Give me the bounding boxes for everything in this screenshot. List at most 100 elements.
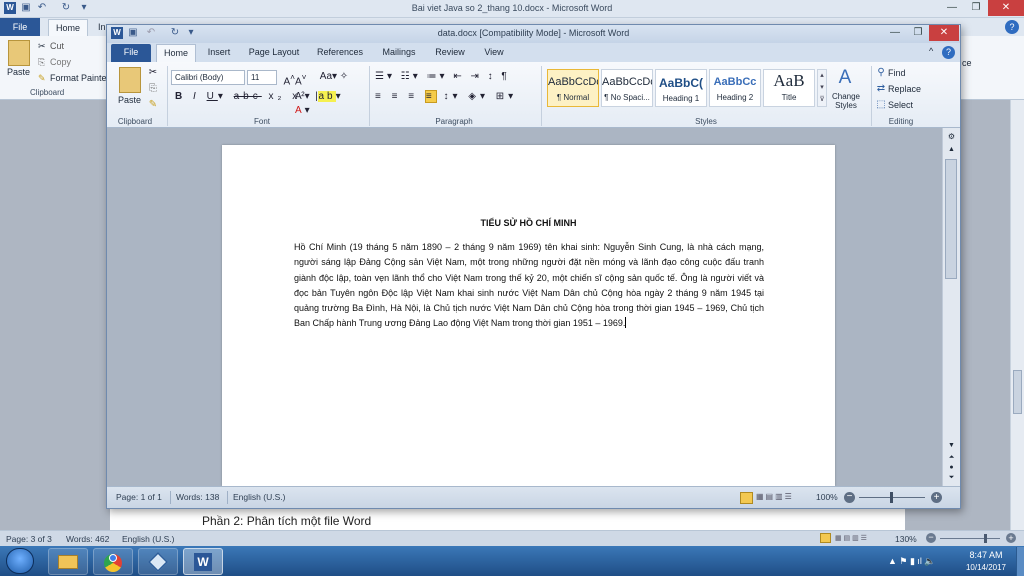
inner-word-window: W ▣ ↶ ↻ ▾ data.docx [Compatibility Mode]… (106, 24, 961, 509)
clock-time[interactable]: 8:47 AM (962, 550, 1010, 560)
outer-zoom-in-icon[interactable]: + (1006, 533, 1016, 543)
outer-paste-button[interactable]: Paste (7, 67, 30, 77)
tab-review[interactable]: Review (430, 44, 470, 62)
select-browse-object-icon[interactable]: ● (946, 464, 957, 474)
inner-minimize-button[interactable]: — (883, 25, 907, 41)
tray-icons[interactable]: ▲ ⚑ ▮ ıl 🔈 (888, 556, 948, 568)
replace-button[interactable]: Replace (888, 84, 921, 94)
replace-icon[interactable]: ⇄ (875, 82, 887, 96)
list-indent-icons[interactable]: ☰▾ ☷▾ ≔▾ ⇤ ⇥ ↕ ¶ (375, 70, 539, 84)
clock-date[interactable]: 10/14/2017 (962, 563, 1010, 572)
tab-home[interactable]: Home (156, 44, 196, 62)
taskbar-virtualbox-icon[interactable] (138, 548, 178, 575)
outer-tab-partial[interactable]: In (98, 22, 106, 32)
outer-view-icons[interactable]: ▦ ▤ ▥ ☰ (835, 534, 885, 543)
outer-help-icon[interactable]: ? (1005, 20, 1019, 34)
alignment-icons[interactable]: ≡ ≡ ≡ ≡ ↕▾ ◈▾ ⊞▾ (375, 90, 539, 104)
highlight-font-color-icons[interactable]: A▾ ab▾ A▾ (295, 90, 365, 118)
zoom-level[interactable]: 100% (816, 492, 838, 502)
scroll-down-icon[interactable]: ▼ (946, 442, 957, 452)
outer-editing-partial: ce (962, 58, 972, 68)
outer-zoom-out-icon[interactable]: − (926, 533, 936, 543)
tab-mailings[interactable]: Mailings (375, 44, 423, 62)
outer-word-count[interactable]: Words: 462 (66, 534, 109, 544)
change-case-icon[interactable]: Aa▾ ✧ (317, 70, 351, 84)
style-title[interactable]: AaB Title (763, 69, 815, 107)
separator (227, 491, 228, 504)
style-heading-1[interactable]: AaBbC( Heading 1 (655, 69, 707, 107)
document-page[interactable]: TIỂU SỬ HỒ CHÍ MINH Hồ Chí Minh (19 thán… (222, 145, 835, 486)
paste-icon[interactable] (119, 67, 141, 93)
outer-clipboard-label: Clipboard (30, 88, 65, 97)
inner-help-icon[interactable]: ? (942, 46, 955, 59)
word-count[interactable]: Words: 138 (176, 492, 219, 502)
outer-cut-icon[interactable]: ✂ (38, 41, 46, 52)
outer-minimize-button[interactable]: — (940, 0, 964, 16)
copy-icon[interactable]: ⎘ (147, 82, 159, 96)
outer-tab-home[interactable]: Home (48, 19, 88, 36)
find-icon[interactable]: ⚲ (875, 66, 887, 80)
taskbar-word-icon[interactable]: W (183, 548, 223, 575)
style-heading-2[interactable]: AaBbCc Heading 2 (709, 69, 761, 107)
outer-print-layout-icon[interactable] (820, 533, 831, 543)
outer-scroll-thumb[interactable] (1013, 370, 1022, 414)
outer-language[interactable]: English (U.S.) (122, 534, 174, 544)
outer-tab-file[interactable]: File (0, 18, 40, 36)
inner-vertical-scrollbar[interactable]: ⚙ ▲ ▼ ⏶ ● ⏷ (942, 128, 960, 486)
previous-page-icon[interactable]: ⏶ (946, 454, 957, 464)
tab-insert[interactable]: Insert (202, 44, 236, 62)
grow-shrink-font-icon[interactable]: A˄A˅ (281, 70, 309, 89)
tab-page-layout[interactable]: Page Layout (244, 44, 304, 62)
scroll-up-icon[interactable]: ▲ (946, 146, 957, 156)
print-layout-icon[interactable] (740, 492, 753, 504)
inner-scroll-thumb[interactable] (945, 159, 957, 279)
taskbar-explorer-icon[interactable] (48, 548, 88, 575)
language-indicator[interactable]: English (U.S.) (233, 492, 285, 502)
outer-restore-button[interactable]: ❐ (964, 0, 988, 16)
zoom-out-icon[interactable]: − (844, 492, 855, 503)
view-mode-icons[interactable]: ▦▤▥☰ (756, 492, 812, 504)
show-desktop-button[interactable] (1016, 547, 1024, 576)
font-name-combo[interactable]: Calibri (Body) (171, 70, 245, 85)
style-name: ¶ No Spaci... (604, 93, 650, 102)
taskbar-chrome-icon[interactable] (93, 548, 133, 575)
outer-zoom-level[interactable]: 130% (895, 534, 917, 544)
next-page-icon[interactable]: ⏷ (946, 474, 957, 484)
inner-close-button[interactable]: ✕ (929, 25, 959, 41)
zoom-in-icon[interactable]: + (931, 492, 942, 503)
select-icon[interactable]: ⬚ (875, 98, 887, 112)
outer-zoom-slider[interactable] (940, 538, 1000, 539)
format-painter-icon[interactable]: ✎ (147, 98, 159, 112)
outer-copy-icon[interactable]: ⎘ (38, 57, 45, 68)
outer-page-count[interactable]: Page: 3 of 3 (6, 534, 52, 544)
outer-cut-button[interactable]: Cut (50, 41, 64, 51)
tab-view[interactable]: View (477, 44, 511, 62)
outer-paste-icon[interactable] (8, 40, 30, 66)
tab-references[interactable]: References (312, 44, 368, 62)
paste-button[interactable]: Paste (118, 95, 141, 105)
outer-zoom-thumb[interactable] (984, 534, 987, 543)
tab-file[interactable]: File (111, 44, 151, 62)
font-size-combo[interactable]: 11 (247, 70, 277, 85)
outer-format-painter-icon[interactable]: ✎ (38, 73, 46, 84)
start-button-icon[interactable] (6, 548, 34, 574)
change-styles-button[interactable]: Change Styles (825, 92, 867, 110)
outer-close-button[interactable]: ✕ (988, 0, 1024, 16)
style-sample: AaB (773, 71, 805, 90)
inner-title-bar: W ▣ ↶ ↻ ▾ data.docx [Compatibility Mode]… (107, 25, 960, 43)
outer-copy-button[interactable]: Copy (50, 57, 71, 67)
change-styles-icon[interactable]: A (833, 67, 857, 89)
ruler-toggle-icon[interactable]: ⚙ (946, 132, 957, 143)
cut-icon[interactable]: ✂ (147, 66, 159, 80)
outer-format-painter-button[interactable]: Format Painte (50, 73, 107, 83)
find-button[interactable]: Find (888, 68, 906, 78)
style-normal[interactable]: AaBbCcDc ¶ Normal (547, 69, 599, 107)
minimize-ribbon-icon[interactable]: ^ (929, 46, 933, 56)
zoom-slider-thumb[interactable] (890, 492, 893, 503)
style-no-spacing[interactable]: AaBbCcDc ¶ No Spaci... (601, 69, 653, 107)
page-count[interactable]: Page: 1 of 1 (116, 492, 162, 502)
document-body-paragraph[interactable]: Hồ Chí Minh (19 tháng 5 năm 1890 – 2 thá… (294, 240, 764, 332)
inner-restore-button[interactable]: ❐ (907, 25, 929, 41)
select-button[interactable]: Select (888, 100, 913, 110)
outer-vertical-scrollbar[interactable] (1010, 100, 1024, 530)
